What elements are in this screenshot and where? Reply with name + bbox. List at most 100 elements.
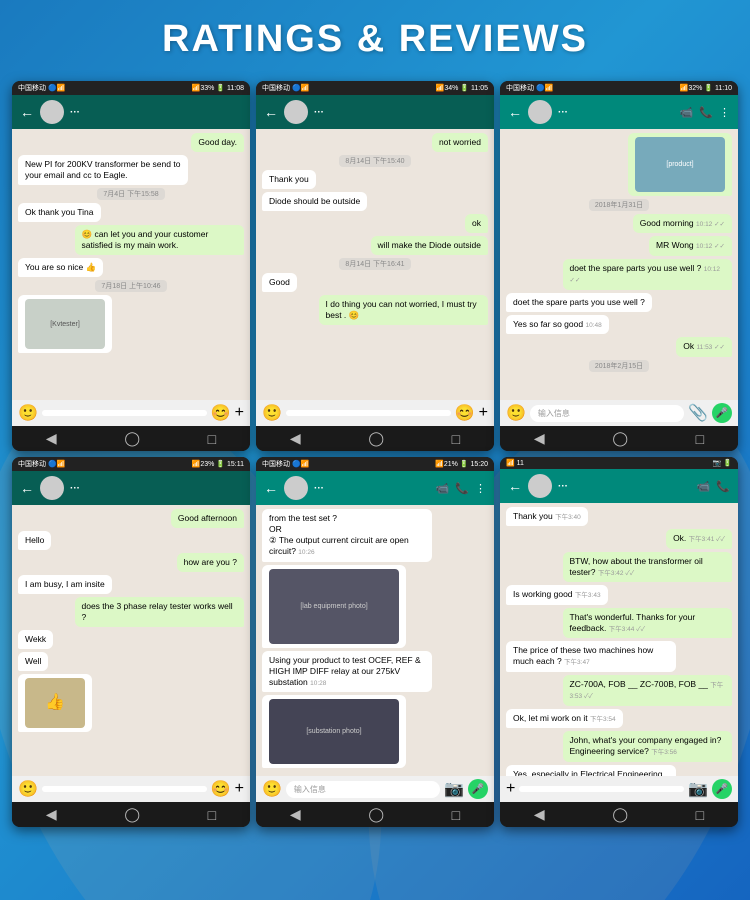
message-input-3[interactable]: 输入信息 — [530, 405, 684, 422]
nav-bar-4: ◀ ◯ □ — [12, 802, 250, 827]
message-input-2[interactable] — [286, 410, 451, 416]
msg-received: Yes, especially in Electrical Engineerin… — [506, 765, 676, 776]
recent-nav[interactable]: □ — [696, 431, 704, 447]
back-icon[interactable]: ← — [20, 480, 34, 496]
back-icon[interactable]: ← — [20, 104, 34, 120]
msg-received: Thank you 下午3:40 — [506, 507, 588, 526]
msg-sent: Ok 11:53 ✓✓ — [676, 337, 732, 356]
home-nav[interactable]: ◯ — [612, 430, 628, 447]
phone-call-icon[interactable]: 📞 — [699, 106, 713, 119]
chat-body-5: from the test set ?OR② The output curren… — [256, 505, 494, 776]
phone-call-icon[interactable]: 📞 — [716, 480, 730, 493]
emoji-icon[interactable]: 🙂 — [262, 779, 282, 799]
msg-sent: MR Wong 10:12 ✓✓ — [649, 236, 732, 255]
back-nav[interactable]: ◀ — [534, 430, 545, 447]
back-nav[interactable]: ◀ — [534, 806, 545, 823]
msg-received: from the test set ?OR② The output curren… — [262, 509, 432, 562]
avatar-1 — [40, 100, 64, 124]
msg-sent: John, what's your company engaged in? En… — [563, 731, 733, 761]
emoji-icon[interactable]: 🙂 — [262, 403, 282, 423]
chat-header-3: ← ··· 📹 📞 ⋮ — [500, 95, 738, 129]
back-nav[interactable]: ◀ — [46, 806, 57, 823]
contact-name-6: ··· — [558, 481, 691, 492]
mic-button[interactable]: 🎤 — [468, 779, 488, 799]
msg-received: Using your product to test OCEF, REF & H… — [262, 651, 432, 693]
nav-bar-2: ◀ ◯ □ — [256, 426, 494, 451]
attach-icon[interactable]: 😊 — [211, 779, 231, 799]
recent-nav[interactable]: □ — [452, 807, 460, 823]
msg-received: Thank you — [262, 170, 316, 189]
status-bar-4: 中国移动 🔵📶 📶23% 🔋 15:11 — [12, 457, 250, 471]
timestamp: 7月18日 上午10:46 — [95, 280, 166, 292]
back-nav[interactable]: ◀ — [290, 806, 301, 823]
back-nav[interactable]: ◀ — [290, 430, 301, 447]
back-icon[interactable]: ← — [264, 104, 278, 120]
camera-icon[interactable]: 📷 — [688, 779, 708, 799]
emoji-icon[interactable]: 🙂 — [506, 403, 526, 423]
plus-icon[interactable]: + — [506, 780, 515, 798]
back-nav[interactable]: ◀ — [46, 430, 57, 447]
attach-icon[interactable]: 😊 — [455, 403, 475, 423]
home-nav[interactable]: ◯ — [612, 806, 628, 823]
back-icon[interactable]: ← — [508, 104, 522, 120]
phone-call-icon[interactable]: 📞 — [455, 482, 469, 495]
image-msg: [product] — [628, 133, 732, 196]
more-icon[interactable]: ⋮ — [719, 106, 730, 119]
recent-nav[interactable]: □ — [696, 807, 704, 823]
phone-6: 📶 11 📷 🔋 ← ··· 📹 📞 Thank you 下午3:40 Ok. … — [500, 457, 738, 827]
home-nav[interactable]: ◯ — [368, 430, 384, 447]
camera-icon[interactable]: 📷 — [444, 779, 464, 799]
emoji-icon[interactable]: 🙂 — [18, 403, 38, 423]
image-msg: 👍 — [18, 674, 92, 732]
video-call-icon[interactable]: 📹 — [436, 482, 450, 495]
message-input-4[interactable] — [42, 786, 207, 792]
attach-icon[interactable]: 📎 — [688, 403, 708, 423]
recent-nav[interactable]: □ — [452, 431, 460, 447]
home-nav[interactable]: ◯ — [124, 806, 140, 823]
phone-5: 中国移动 🔵📶 📶21% 🔋 15:20 ← ··· 📹 📞 ⋮ from th… — [256, 457, 494, 827]
recent-nav[interactable]: □ — [208, 431, 216, 447]
msg-sent: I do thing you can not worried, I must t… — [319, 295, 489, 325]
image-bubble: [Kvtester] — [18, 295, 112, 353]
chat-header-5: ← ··· 📹 📞 ⋮ — [256, 471, 494, 505]
emoji-icon[interactable]: 🙂 — [18, 779, 38, 799]
more-icon[interactable]: ⋮ — [475, 482, 486, 495]
attach-icon[interactable]: 😊 — [211, 403, 231, 423]
msg-received: New PI for 200KV transformer be send to … — [18, 155, 188, 185]
chat-input-bar-2: 🙂 😊 + — [256, 400, 494, 426]
plus-icon[interactable]: + — [235, 780, 244, 798]
back-icon[interactable]: ← — [508, 478, 522, 494]
msg-sent: 😊 can let you and your customer satisfie… — [75, 225, 245, 255]
avatar-4 — [40, 476, 64, 500]
phone-2: 中国移动 🔵📶 📶34% 🔋 11:05 ← ··· not worried 8… — [256, 81, 494, 451]
timestamp: 7月4日 下午15:58 — [97, 188, 164, 200]
mic-button[interactable]: 🎤 — [712, 403, 732, 423]
contact-name-4: ··· — [70, 483, 242, 494]
nav-bar-5: ◀ ◯ □ — [256, 802, 494, 827]
chat-body-6: Thank you 下午3:40 Ok. 下午3:41 ✓✓ BTW, how … — [500, 503, 738, 776]
msg-received: Ok thank you Tina — [18, 203, 101, 222]
message-input-5[interactable]: 输入信息 — [286, 781, 440, 798]
plus-icon[interactable]: + — [235, 404, 244, 422]
video-call-icon[interactable]: 📹 — [697, 480, 711, 493]
recent-nav[interactable]: □ — [208, 807, 216, 823]
home-nav[interactable]: ◯ — [368, 806, 384, 823]
msg-received: Wekk — [18, 630, 53, 649]
chat-input-bar-4: 🙂 😊 + — [12, 776, 250, 802]
status-bar-1: 中国移动 🔵📶 📶33% 🔋 11:08 — [12, 81, 250, 95]
chat-input-bar-3: 🙂 输入信息 📎 🎤 — [500, 400, 738, 426]
back-icon[interactable]: ← — [264, 480, 278, 496]
video-call-icon[interactable]: 📹 — [680, 106, 694, 119]
msg-received: You are so nice 👍 — [18, 258, 103, 277]
status-bar-2: 中国移动 🔵📶 📶34% 🔋 11:05 — [256, 81, 494, 95]
chat-body-2: not worried 8月14日 下午15:40 Thank you Diod… — [256, 129, 494, 400]
message-input-1[interactable] — [42, 410, 207, 416]
status-bar-6: 📶 11 📷 🔋 — [500, 457, 738, 469]
mic-button[interactable]: 🎤 — [712, 779, 732, 799]
avatar-2 — [284, 100, 308, 124]
message-input-6[interactable] — [519, 786, 684, 792]
msg-received: Well — [18, 652, 48, 671]
home-nav[interactable]: ◯ — [124, 430, 140, 447]
contact-name-2: ··· — [314, 107, 486, 118]
plus-icon[interactable]: + — [479, 404, 488, 422]
